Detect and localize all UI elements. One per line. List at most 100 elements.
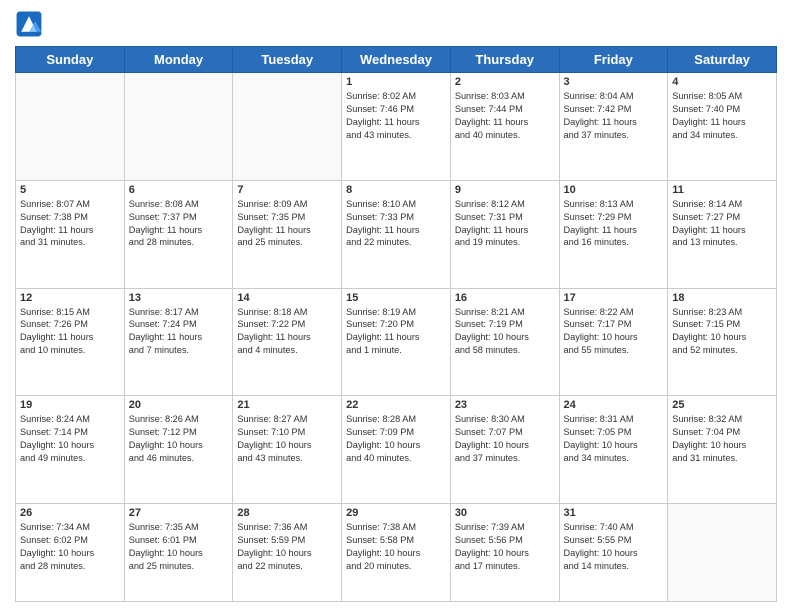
day-info: Sunrise: 8:21 AM Sunset: 7:19 PM Dayligh… [455,306,555,358]
day-number: 28 [237,507,337,519]
day-info: Sunrise: 8:23 AM Sunset: 7:15 PM Dayligh… [672,306,772,358]
calendar-day-cell: 16 Sunrise: 8:21 AM Sunset: 7:19 PM Dayli… [450,288,559,396]
day-info: Sunrise: 8:19 AM Sunset: 7:20 PM Dayligh… [346,306,446,358]
logo-icon [15,10,43,38]
calendar-day-cell: 8 Sunrise: 8:10 AM Sunset: 7:33 PM Daylig… [342,180,451,288]
calendar-day-cell: 23 Sunrise: 8:30 AM Sunset: 7:07 PM Dayli… [450,396,559,504]
day-info: Sunrise: 7:34 AM Sunset: 6:02 PM Dayligh… [20,521,120,573]
day-number: 31 [564,507,664,519]
calendar-day-cell: 15 Sunrise: 8:19 AM Sunset: 7:20 PM Dayli… [342,288,451,396]
day-number: 16 [455,292,555,304]
day-info: Sunrise: 8:28 AM Sunset: 7:09 PM Dayligh… [346,413,446,465]
calendar-day-cell: 6Sunrise: 8:08 AM Sunset: 7:37 PM Daylig… [124,180,233,288]
calendar-day-cell: 7 Sunrise: 8:09 AM Sunset: 7:35 PM Daylig… [233,180,342,288]
calendar-week-2: 5 Sunrise: 8:07 AM Sunset: 7:38 PM Daylig… [16,180,777,288]
day-info: Sunrise: 8:22 AM Sunset: 7:17 PM Dayligh… [564,306,664,358]
calendar-day-cell: 28 Sunrise: 7:36 AM Sunset: 5:59 PM Dayli… [233,504,342,602]
day-number: 14 [237,292,337,304]
day-number: 2 [455,76,555,88]
calendar-day-cell: 12 Sunrise: 8:15 AM Sunset: 7:26 PM Dayli… [16,288,125,396]
day-info: Sunrise: 8:14 AM Sunset: 7:27 PM Dayligh… [672,198,772,250]
calendar-day-cell [233,73,342,181]
calendar-day-cell: 9 Sunrise: 8:12 AM Sunset: 7:31 PM Daylig… [450,180,559,288]
calendar-day-cell: 18 Sunrise: 8:23 AM Sunset: 7:15 PM Dayli… [668,288,777,396]
day-info: Sunrise: 7:38 AM Sunset: 5:58 PM Dayligh… [346,521,446,573]
weekday-header-wednesday: Wednesday [342,47,451,73]
day-info: Sunrise: 8:24 AM Sunset: 7:14 PM Dayligh… [20,413,120,465]
day-number: 5 [20,184,120,196]
weekday-header-thursday: Thursday [450,47,559,73]
day-number: 1 [346,76,446,88]
day-number: 19 [20,399,120,411]
calendar-day-cell: 10 Sunrise: 8:13 AM Sunset: 7:29 PM Dayli… [559,180,668,288]
day-number: 7 [237,184,337,196]
day-number: 13 [129,292,229,304]
day-number: 18 [672,292,772,304]
day-info: Sunrise: 7:39 AM Sunset: 5:56 PM Dayligh… [455,521,555,573]
calendar-week-1: 1Sunrise: 8:02 AM Sunset: 7:46 PM Daylig… [16,73,777,181]
calendar-day-cell: 24 Sunrise: 8:31 AM Sunset: 7:05 PM Dayli… [559,396,668,504]
day-info: Sunrise: 8:27 AM Sunset: 7:10 PM Dayligh… [237,413,337,465]
calendar-week-3: 12 Sunrise: 8:15 AM Sunset: 7:26 PM Dayli… [16,288,777,396]
day-number: 12 [20,292,120,304]
day-number: 4 [672,76,772,88]
calendar-day-cell: 14 Sunrise: 8:18 AM Sunset: 7:22 PM Dayli… [233,288,342,396]
weekday-header-tuesday: Tuesday [233,47,342,73]
day-number: 17 [564,292,664,304]
day-number: 25 [672,399,772,411]
calendar-week-4: 19 Sunrise: 8:24 AM Sunset: 7:14 PM Dayli… [16,396,777,504]
weekday-header-monday: Monday [124,47,233,73]
calendar-table: SundayMondayTuesdayWednesdayThursdayFrid… [15,46,777,602]
calendar-day-cell: 26 Sunrise: 7:34 AM Sunset: 6:02 PM Dayli… [16,504,125,602]
day-number: 9 [455,184,555,196]
day-number: 15 [346,292,446,304]
calendar-day-cell: 11 Sunrise: 8:14 AM Sunset: 7:27 PM Dayli… [668,180,777,288]
day-info: Sunrise: 7:35 AM Sunset: 6:01 PM Dayligh… [129,521,229,573]
calendar-day-cell: 3Sunrise: 8:04 AM Sunset: 7:42 PM Daylig… [559,73,668,181]
day-info: Sunrise: 8:07 AM Sunset: 7:38 PM Dayligh… [20,198,120,250]
day-number: 24 [564,399,664,411]
day-info: Sunrise: 8:12 AM Sunset: 7:31 PM Dayligh… [455,198,555,250]
day-number: 11 [672,184,772,196]
calendar-day-cell: 2 Sunrise: 8:03 AM Sunset: 7:44 PM Daylig… [450,73,559,181]
day-info: Sunrise: 8:03 AM Sunset: 7:44 PM Dayligh… [455,90,555,142]
day-info: Sunrise: 8:10 AM Sunset: 7:33 PM Dayligh… [346,198,446,250]
day-info: Sunrise: 8:15 AM Sunset: 7:26 PM Dayligh… [20,306,120,358]
day-number: 23 [455,399,555,411]
day-info: Sunrise: 8:17 AM Sunset: 7:24 PM Dayligh… [129,306,229,358]
day-number: 6 [129,184,229,196]
calendar-day-cell: 5 Sunrise: 8:07 AM Sunset: 7:38 PM Daylig… [16,180,125,288]
weekday-header-friday: Friday [559,47,668,73]
day-info: Sunrise: 8:05 AM Sunset: 7:40 PM Dayligh… [672,90,772,142]
calendar-day-cell: 17 Sunrise: 8:22 AM Sunset: 7:17 PM Dayli… [559,288,668,396]
weekday-header-row: SundayMondayTuesdayWednesdayThursdayFrid… [16,47,777,73]
calendar-day-cell: 19 Sunrise: 8:24 AM Sunset: 7:14 PM Dayli… [16,396,125,504]
day-info: Sunrise: 8:13 AM Sunset: 7:29 PM Dayligh… [564,198,664,250]
day-number: 8 [346,184,446,196]
day-info: Sunrise: 7:36 AM Sunset: 5:59 PM Dayligh… [237,521,337,573]
day-info: Sunrise: 8:04 AM Sunset: 7:42 PM Dayligh… [564,90,664,142]
day-number: 26 [20,507,120,519]
calendar-day-cell: 1Sunrise: 8:02 AM Sunset: 7:46 PM Daylig… [342,73,451,181]
calendar-day-cell [124,73,233,181]
day-info: Sunrise: 8:30 AM Sunset: 7:07 PM Dayligh… [455,413,555,465]
calendar-day-cell [16,73,125,181]
calendar-day-cell: 27Sunrise: 7:35 AM Sunset: 6:01 PM Dayli… [124,504,233,602]
calendar-day-cell: 22 Sunrise: 8:28 AM Sunset: 7:09 PM Dayli… [342,396,451,504]
day-info: Sunrise: 7:40 AM Sunset: 5:55 PM Dayligh… [564,521,664,573]
calendar-day-cell: 4 Sunrise: 8:05 AM Sunset: 7:40 PM Daylig… [668,73,777,181]
weekday-header-saturday: Saturday [668,47,777,73]
calendar-day-cell: 13 Sunrise: 8:17 AM Sunset: 7:24 PM Dayli… [124,288,233,396]
page-header [15,10,777,38]
day-info: Sunrise: 8:09 AM Sunset: 7:35 PM Dayligh… [237,198,337,250]
day-info: Sunrise: 8:26 AM Sunset: 7:12 PM Dayligh… [129,413,229,465]
day-info: Sunrise: 8:18 AM Sunset: 7:22 PM Dayligh… [237,306,337,358]
day-info: Sunrise: 8:31 AM Sunset: 7:05 PM Dayligh… [564,413,664,465]
day-number: 10 [564,184,664,196]
day-number: 30 [455,507,555,519]
day-number: 29 [346,507,446,519]
weekday-header-sunday: Sunday [16,47,125,73]
day-number: 22 [346,399,446,411]
calendar-day-cell: 31 Sunrise: 7:40 AM Sunset: 5:55 PM Dayli… [559,504,668,602]
calendar-week-5: 26 Sunrise: 7:34 AM Sunset: 6:02 PM Dayli… [16,504,777,602]
